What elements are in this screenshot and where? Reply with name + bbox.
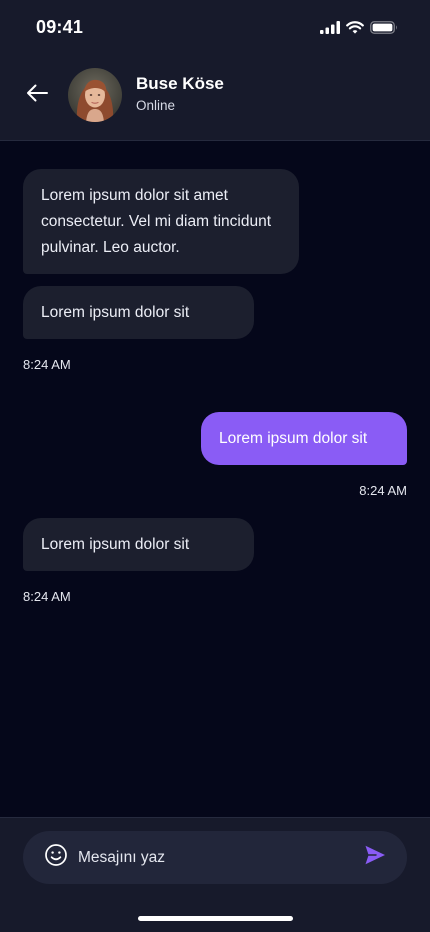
arrow-left-icon: [25, 83, 49, 108]
message-input[interactable]: [78, 843, 348, 872]
wifi-icon: [346, 20, 364, 34]
home-indicator[interactable]: [138, 916, 293, 921]
cellular-signal-icon: [320, 20, 340, 34]
status-time: 09:41: [36, 17, 84, 37]
emoji-smile-icon: [44, 843, 68, 872]
message-timestamp: 8:24 AM: [23, 357, 71, 372]
message-text: Lorem ipsum dolor sit: [41, 304, 190, 321]
message-text: Lorem ipsum dolor sit: [219, 430, 368, 447]
message-text: Lorem ipsum dolor sit: [41, 536, 190, 553]
avatar[interactable]: [68, 68, 122, 122]
status-icons: [320, 19, 398, 35]
back-button[interactable]: [22, 80, 52, 110]
message-bubble-incoming[interactable]: Lorem ipsum dolor sit amet consectetur. …: [23, 169, 299, 274]
send-icon: [363, 843, 387, 872]
message-text: Lorem ipsum dolor sit amet consectetur. …: [41, 187, 272, 256]
contact-status: Online: [136, 98, 176, 113]
message-timestamp: 8:24 AM: [23, 589, 71, 604]
send-button[interactable]: [362, 844, 388, 870]
emoji-button[interactable]: [43, 843, 68, 872]
message-bubble-incoming[interactable]: Lorem ipsum dolor sit: [23, 518, 254, 571]
message-bubble-outgoing[interactable]: Lorem ipsum dolor sit: [201, 412, 407, 465]
message-timestamp: 8:24 AM: [359, 483, 407, 498]
status-bar: 09:41: [0, 0, 430, 56]
battery-icon: [370, 20, 398, 34]
message-bubble-incoming[interactable]: Lorem ipsum dolor sit: [23, 286, 254, 339]
contact-name: Buse Köse: [136, 74, 224, 93]
